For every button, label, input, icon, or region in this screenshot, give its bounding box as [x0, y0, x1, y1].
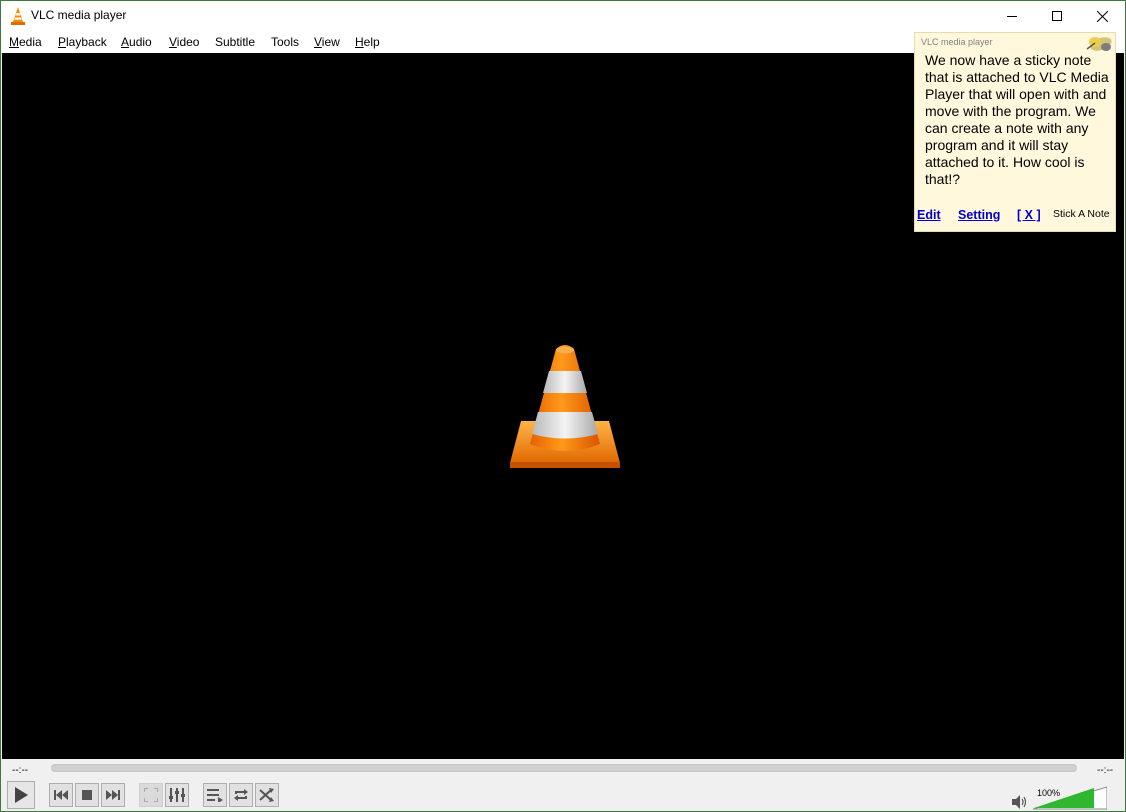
- next-button[interactable]: [101, 783, 125, 807]
- shuffle-icon: [259, 788, 274, 802]
- window-title: VLC media player: [31, 8, 127, 22]
- shuffle-button[interactable]: [255, 783, 279, 807]
- volume-icon[interactable]: [1012, 795, 1028, 809]
- vlc-window: VLC media player Media Playback Audio Vi…: [0, 0, 1126, 812]
- next-icon: [106, 790, 120, 800]
- menu-playback[interactable]: Playback: [58, 35, 107, 49]
- menu-video-key: V: [169, 35, 177, 49]
- menu-media-label: edia: [19, 35, 42, 49]
- stick-a-note-label: Stick A Note: [1053, 208, 1110, 220]
- close-button[interactable]: [1079, 1, 1125, 31]
- title-bar[interactable]: VLC media player: [1, 1, 1125, 31]
- playback-controls: --:-- --:-- 100%: [1, 759, 1125, 811]
- fullscreen-icon: [144, 788, 158, 802]
- menu-help-label: elp: [363, 35, 380, 49]
- playlist-icon: [207, 789, 223, 802]
- playlist-button[interactable]: [203, 783, 227, 807]
- vlc-cone-logo: [510, 345, 620, 468]
- sticky-note[interactable]: VLC media player We now have a sticky no…: [914, 32, 1116, 232]
- menu-playback-label: layback: [66, 35, 107, 49]
- sticky-note-header: VLC media player: [921, 37, 993, 47]
- menu-view-label: iew: [321, 35, 340, 49]
- previous-icon: [54, 790, 68, 800]
- menu-playback-key: P: [58, 35, 67, 49]
- play-icon: [15, 787, 28, 803]
- minimize-icon: [1007, 16, 1017, 17]
- sticky-note-text: We now have a sticky note that is attach…: [925, 52, 1109, 187]
- menu-audio-label: udio: [129, 35, 152, 49]
- play-button[interactable]: [7, 781, 35, 809]
- volume-slider[interactable]: [1033, 786, 1107, 810]
- menu-view-key: V: [314, 35, 322, 49]
- menu-tools[interactable]: Tools: [271, 35, 299, 49]
- menu-tools-label: Tools: [271, 35, 300, 49]
- loop-button[interactable]: [229, 783, 253, 807]
- fullscreen-button[interactable]: [139, 783, 163, 807]
- extended-settings-icon: [169, 788, 185, 802]
- time-remaining: --:--: [1097, 765, 1114, 776]
- menu-media[interactable]: Media: [9, 35, 42, 49]
- close-icon: [1096, 10, 1108, 22]
- time-elapsed: --:--: [12, 765, 29, 776]
- previous-button[interactable]: [49, 783, 73, 807]
- maximize-button[interactable]: [1034, 1, 1080, 31]
- menu-subtitle[interactable]: Subtitle: [215, 35, 255, 49]
- menu-audio[interactable]: Audio: [121, 35, 152, 49]
- menu-video[interactable]: Video: [169, 35, 199, 49]
- note-close-link[interactable]: [ X ]: [1017, 208, 1041, 222]
- menu-audio-key: A: [121, 35, 130, 49]
- menu-media-key: M: [9, 35, 19, 49]
- menu-subtitle-label: Subtitle: [215, 35, 256, 49]
- loop-icon: [234, 789, 248, 801]
- stop-button[interactable]: [75, 783, 99, 807]
- note-edit-link[interactable]: Edit: [917, 208, 941, 222]
- menu-help-key: H: [355, 35, 364, 49]
- extended-settings-button[interactable]: [165, 783, 189, 807]
- maximize-icon: [1052, 11, 1062, 21]
- vlc-app-icon: [11, 7, 25, 25]
- volume-fill: [1034, 788, 1094, 808]
- minimize-button[interactable]: [989, 1, 1035, 31]
- stop-icon: [82, 790, 92, 800]
- note-setting-link[interactable]: Setting: [958, 208, 1000, 222]
- menu-video-label: ideo: [176, 35, 200, 49]
- menu-view[interactable]: View: [314, 35, 340, 49]
- seek-bar[interactable]: [51, 764, 1077, 772]
- menu-help[interactable]: Help: [355, 35, 380, 49]
